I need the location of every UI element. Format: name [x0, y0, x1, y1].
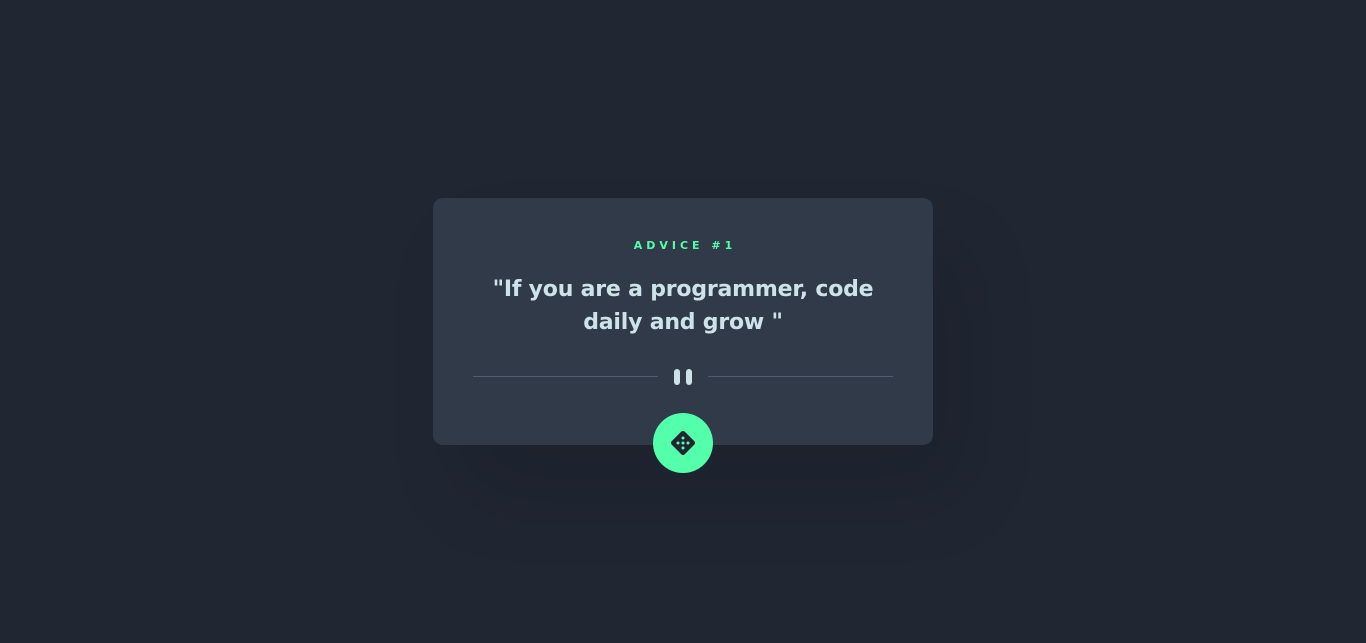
advice-id: ADVICE #1: [633, 239, 737, 252]
advice-card: ADVICE #1 "If you are a programmer, code…: [433, 198, 933, 473]
dice-icon: [670, 430, 696, 455]
divider-line-left: [473, 376, 658, 377]
pause-bar-right: [686, 369, 692, 385]
pause-icon: [673, 369, 693, 385]
generate-advice-button[interactable]: [653, 413, 713, 473]
pause-bar-left: [674, 369, 680, 385]
advice-quote: "If you are a programmer, code daily and…: [492, 277, 874, 335]
divider-line-right: [708, 376, 893, 377]
divider: [473, 366, 893, 388]
